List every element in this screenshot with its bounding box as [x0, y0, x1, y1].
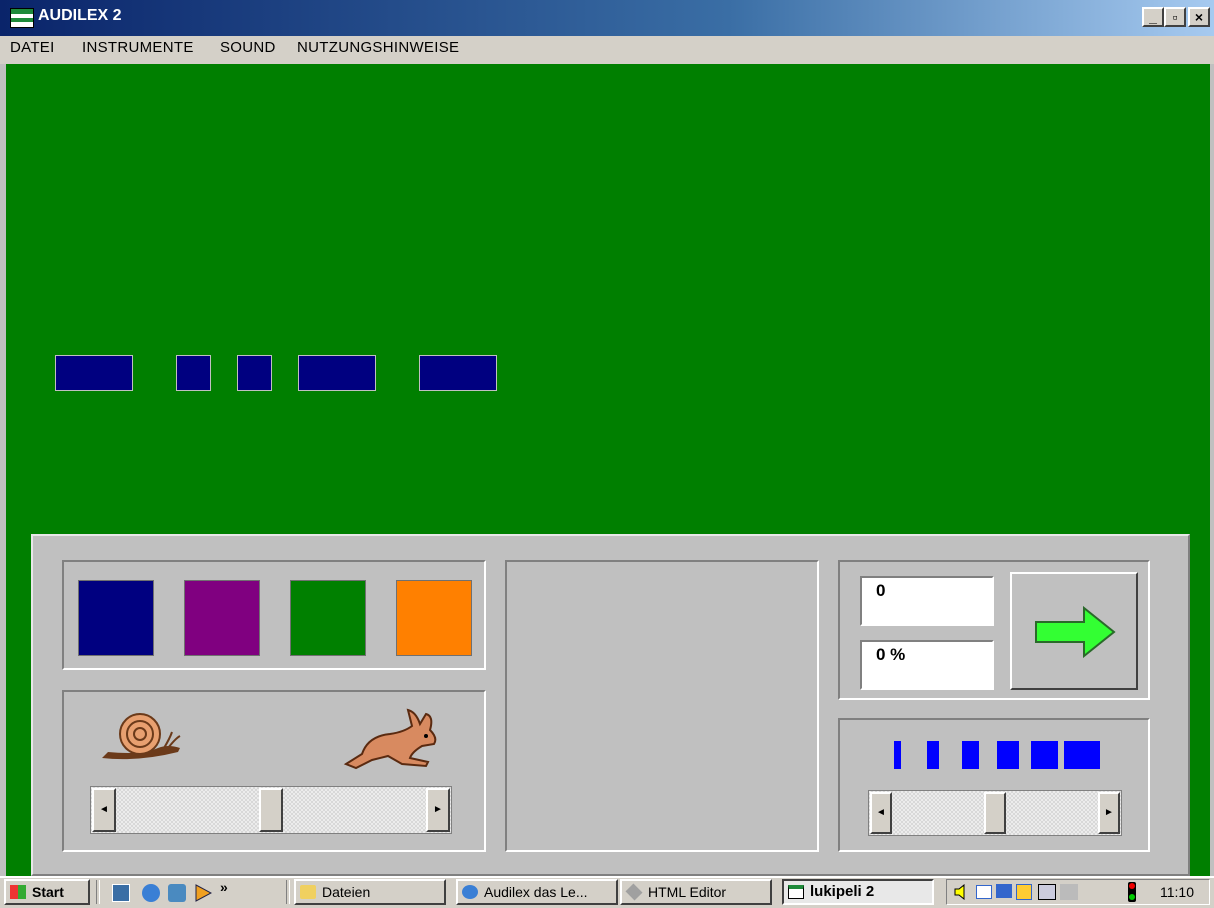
tempo-slider-right-button[interactable]: ► [426, 788, 450, 832]
title-bar [0, 0, 1214, 36]
percent-field: 0 % [860, 640, 994, 690]
isdn-icon[interactable] [1038, 884, 1056, 900]
browser-icon [462, 885, 478, 899]
color-swatch-orange[interactable] [396, 580, 472, 656]
length-bar-5 [1031, 741, 1058, 769]
display-area [505, 560, 819, 852]
length-slider-thumb[interactable] [984, 792, 1006, 834]
task-dateien[interactable]: Dateien [294, 879, 446, 905]
outlook-icon[interactable] [168, 884, 186, 902]
length-bar-1 [894, 741, 901, 769]
menu-instrumente[interactable]: INSTRUMENTE [82, 39, 194, 56]
menu-sound[interactable]: SOUND [220, 39, 276, 56]
windows-logo-icon [10, 885, 26, 899]
tempo-slider-thumb[interactable] [259, 788, 283, 832]
score-field: 0 [860, 576, 994, 626]
length-bar-3 [962, 741, 979, 769]
taskbar-separator [96, 880, 100, 904]
internet-explorer-icon[interactable] [142, 884, 160, 902]
length-bar-6 [1064, 741, 1100, 769]
window-title: AUDILEX 2 [38, 7, 122, 24]
minimize-button[interactable]: _ [1142, 7, 1164, 27]
length-bar-2 [927, 741, 939, 769]
next-button[interactable] [1010, 572, 1138, 690]
audilex-app-icon [788, 885, 804, 899]
volume-icon[interactable] [954, 884, 970, 900]
tempo-slider-left-button[interactable]: ◄ [92, 788, 116, 832]
html-editor-icon [625, 883, 643, 901]
app-icon[interactable] [10, 8, 34, 28]
length-bar-4 [997, 741, 1019, 769]
traffic-light-icon[interactable] [1128, 882, 1136, 902]
sound-block-long[interactable] [55, 355, 133, 391]
color-swatch-green[interactable] [290, 580, 366, 656]
restore-button[interactable]: ▫ [1164, 7, 1186, 27]
rabbit-icon [343, 708, 437, 770]
network-icon[interactable] [976, 885, 992, 899]
snail-icon [102, 713, 181, 760]
length-slider-left-button[interactable]: ◄ [870, 792, 892, 834]
taskbar-separator [286, 880, 290, 904]
sound-block-long[interactable] [419, 355, 497, 391]
traffic-light-red [1129, 883, 1135, 889]
arrow-right-icon [1035, 606, 1116, 658]
menu-nutzungshinweise[interactable]: NUTZUNGSHINWEISE [297, 39, 459, 56]
sound-block-short[interactable] [176, 355, 211, 391]
task-html-editor[interactable]: HTML Editor [620, 879, 772, 905]
channel-b1b2-icon[interactable] [1060, 884, 1078, 900]
monitor-icon[interactable] [996, 884, 1012, 898]
display-settings-icon[interactable] [1016, 884, 1032, 900]
task-audilex-browser[interactable]: Audilex das Le... [456, 879, 618, 905]
color-swatch-navy[interactable] [78, 580, 154, 656]
length-slider-right-button[interactable]: ► [1098, 792, 1120, 834]
quicklaunch-overflow-button[interactable]: » [220, 879, 228, 895]
clock: 11:10 [1160, 884, 1194, 900]
task-lukipeli[interactable]: lukipeli 2 [782, 879, 934, 905]
start-button[interactable]: Start [4, 879, 90, 905]
close-button[interactable]: × [1188, 7, 1210, 27]
sound-block-long[interactable] [298, 355, 376, 391]
menu-datei[interactable]: DATEI [10, 39, 55, 56]
start-label: Start [32, 884, 64, 900]
media-player-icon[interactable] [194, 884, 212, 902]
sound-block-short[interactable] [237, 355, 272, 391]
traffic-light-green [1129, 894, 1135, 900]
color-swatch-purple[interactable] [184, 580, 260, 656]
search-folder-icon [300, 885, 316, 899]
show-desktop-icon[interactable] [112, 884, 130, 902]
